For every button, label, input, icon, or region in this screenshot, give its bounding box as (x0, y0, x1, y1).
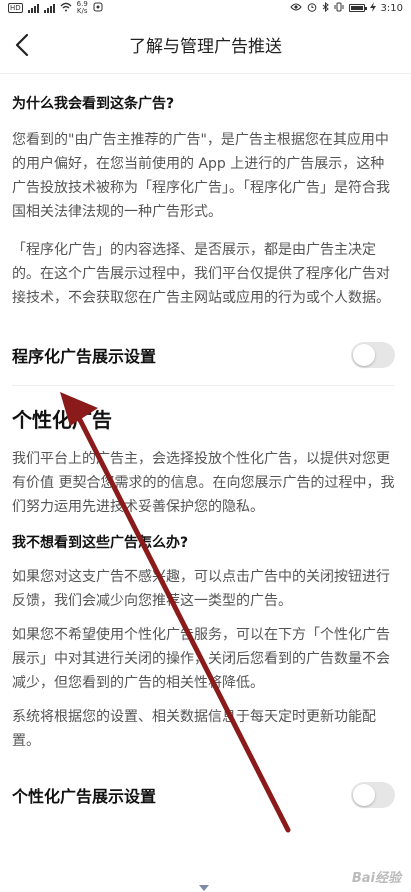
programmatic-setting-label: 程序化广告展示设置 (12, 346, 157, 366)
network-speed: 6.9 K/s (77, 1, 88, 15)
why-title: 为什么我会看到这条广告? (12, 96, 175, 112)
speed-unit: K/s (76, 7, 88, 15)
status-bar: HD 6.9 K/s 3:10 (0, 0, 411, 16)
programmatic-toggle[interactable] (351, 341, 395, 368)
personalized-toggle[interactable] (351, 782, 395, 808)
notification-icon (93, 2, 103, 15)
bluetooth-icon (322, 1, 329, 15)
page-title: 了解与管理广告推送 (129, 37, 282, 57)
toggle-knob (353, 784, 375, 806)
why-para-1: 您看到的"由广告主推荐的广告"，是广告主根据您在其应用中的用户偏好，在您当前使用… (12, 132, 390, 220)
back-button[interactable] (6, 28, 38, 62)
chevron-left-icon (15, 33, 29, 57)
scroll-down-icon (195, 884, 213, 892)
clock-time: 3:10 (380, 2, 403, 14)
hd-badge: HD (8, 3, 23, 13)
personalized-para-1: 我们平台上的广告主，会选择投放个性化广告，以提供对您更有价值 更契合您需求的的信… (12, 451, 395, 515)
personalized-para-3: 如果您不希望使用个性化广告服务，可以在下方「个性化广告展示」中对其进行关闭的操作… (12, 627, 390, 691)
personalized-setting-row: 个性化广告展示设置 (12, 765, 395, 825)
programmatic-setting-row: 程序化广告展示设置 (12, 324, 395, 386)
dont-want-title: 我不想看到这些广告怎么办? (12, 535, 189, 551)
main-content: 为什么我会看到这条广告? 您看到的"由广告主推荐的广告"，是广告主根据您在其应用… (12, 74, 395, 825)
signal-icon-2 (43, 3, 55, 13)
status-right: 3:10 (289, 1, 403, 15)
nav-bar: 了解与管理广告推送 (0, 16, 411, 74)
toggle-knob (353, 343, 375, 366)
personalized-para-2: 如果您对这支广告不感兴趣，可以点击广告中的关闭按钮进行反馈，我们会减少向您推荐这… (12, 569, 390, 609)
personalized-para-4: 系统将根据您的设置、相关数据信息于每天定时更新功能配置。 (12, 709, 376, 749)
vibrate-icon (334, 2, 344, 15)
why-para-2: 「程序化广告」的内容选择、是否展示，都是由广告主决定的。在这个广告展示过程中，我… (12, 242, 390, 306)
personalized-title: 个性化广告 (12, 408, 112, 432)
charging-icon (369, 1, 376, 15)
status-left: HD 6.9 K/s (8, 1, 103, 15)
personalized-setting-label: 个性化广告展示设置 (12, 787, 157, 806)
wifi-icon (60, 2, 72, 15)
signal-icon (27, 3, 39, 13)
battery-icon (348, 4, 367, 12)
alarm-icon (307, 2, 317, 15)
eye-icon (289, 3, 302, 14)
watermark: Bai经验 (351, 871, 401, 886)
